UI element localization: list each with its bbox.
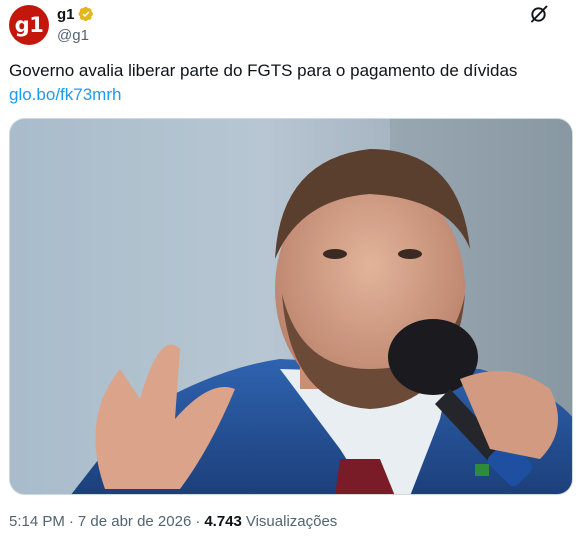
separator-dot: · xyxy=(195,513,201,530)
separator-dot: · xyxy=(68,513,74,530)
tweet-text: Governo avalia liberar parte do FGTS par… xyxy=(9,61,518,80)
author-handle[interactable]: @g1 xyxy=(57,27,94,45)
author-avatar[interactable]: g1 xyxy=(9,5,49,45)
author-display-name[interactable]: g1 xyxy=(57,6,75,23)
tweet-time[interactable]: 5:14 PM xyxy=(9,512,65,532)
photo-illustration xyxy=(10,119,572,494)
name-row: g1 xyxy=(57,5,94,23)
verified-badge-icon[interactable] xyxy=(78,6,94,22)
tweet-media-photo[interactable] xyxy=(9,118,573,495)
tweet: g1 g1 @g1 Governo avalia liberar parte d… xyxy=(0,0,585,538)
avatar-text: g1 xyxy=(14,13,44,37)
views-label[interactable]: Visualizações xyxy=(246,512,337,532)
tweet-date[interactable]: 7 de abr de 2026 xyxy=(78,512,191,532)
tweet-link[interactable]: glo.bo/fk73mrh xyxy=(9,84,121,105)
tweet-footer: 5:14 PM · 7 de abr de 2026 · 4.743 Visua… xyxy=(9,512,337,532)
views-count[interactable]: 4.743 xyxy=(204,512,242,532)
author-names: g1 @g1 xyxy=(57,5,94,45)
grok-icon[interactable] xyxy=(527,2,551,26)
